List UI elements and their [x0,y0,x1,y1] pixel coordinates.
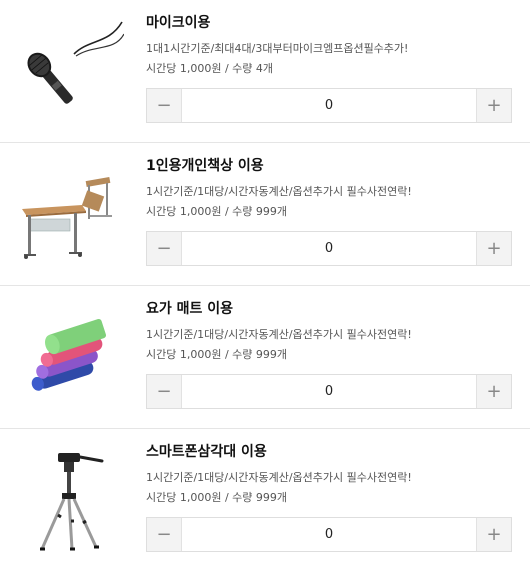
decrease-button[interactable]: − [147,518,182,551]
quantity-input[interactable] [182,518,476,551]
quantity-input[interactable] [182,89,476,122]
quantity-stepper: − + [146,517,512,552]
microphone-icon [14,14,124,124]
list-item: 마이크이용 1대1시간기준/최대4대/3대부터마이크엠프옵션필수추가! 시간당 … [0,0,530,143]
quantity-input[interactable] [182,232,476,265]
increase-button[interactable]: + [476,232,511,265]
tripod-icon [14,443,124,553]
item-price: 시간당 1,000원 / 수량 4개 [146,62,274,75]
item-price: 시간당 1,000원 / 수량 999개 [146,491,288,504]
item-title: 스마트폰삼각대 이용 [146,444,267,460]
item-description: 1시간기준/1대당/시간자동계산/옵션추가시 필수사전연락! [146,328,412,341]
item-description: 1대1시간기준/최대4대/3대부터마이크엠프옵션필수추가! [146,42,409,55]
quantity-input[interactable] [182,375,476,408]
list-item: 스마트폰삼각대 이용 1시간기준/1대당/시간자동계산/옵션추가시 필수사전연락… [0,429,530,572]
quantity-stepper: − + [146,374,512,409]
option-list: 마이크이용 1대1시간기준/최대4대/3대부터마이크엠프옵션필수추가! 시간당 … [0,0,530,572]
desk-icon [14,157,124,267]
decrease-button[interactable]: − [147,375,182,408]
item-description: 1시간기준/1대당/시간자동계산/옵션추가시 필수사전연락! [146,471,412,484]
item-description: 1시간기준/1대당/시간자동계산/옵션추가시 필수사전연락! [146,185,412,198]
list-item: 1인용개인책상 이용 1시간기준/1대당/시간자동계산/옵션추가시 필수사전연락… [0,143,530,286]
decrease-button[interactable]: − [147,89,182,122]
increase-button[interactable]: + [476,518,511,551]
item-title: 1인용개인책상 이용 [146,158,264,174]
item-price: 시간당 1,000원 / 수량 999개 [146,205,288,218]
quantity-stepper: − + [146,231,512,266]
increase-button[interactable]: + [476,89,511,122]
list-item: 요가 매트 이용 1시간기준/1대당/시간자동계산/옵션추가시 필수사전연락! … [0,286,530,429]
yoga-mat-icon [14,300,124,410]
decrease-button[interactable]: − [147,232,182,265]
quantity-stepper: − + [146,88,512,123]
item-price: 시간당 1,000원 / 수량 999개 [146,348,288,361]
increase-button[interactable]: + [476,375,511,408]
item-title: 마이크이용 [146,15,211,31]
item-title: 요가 매트 이용 [146,301,234,317]
